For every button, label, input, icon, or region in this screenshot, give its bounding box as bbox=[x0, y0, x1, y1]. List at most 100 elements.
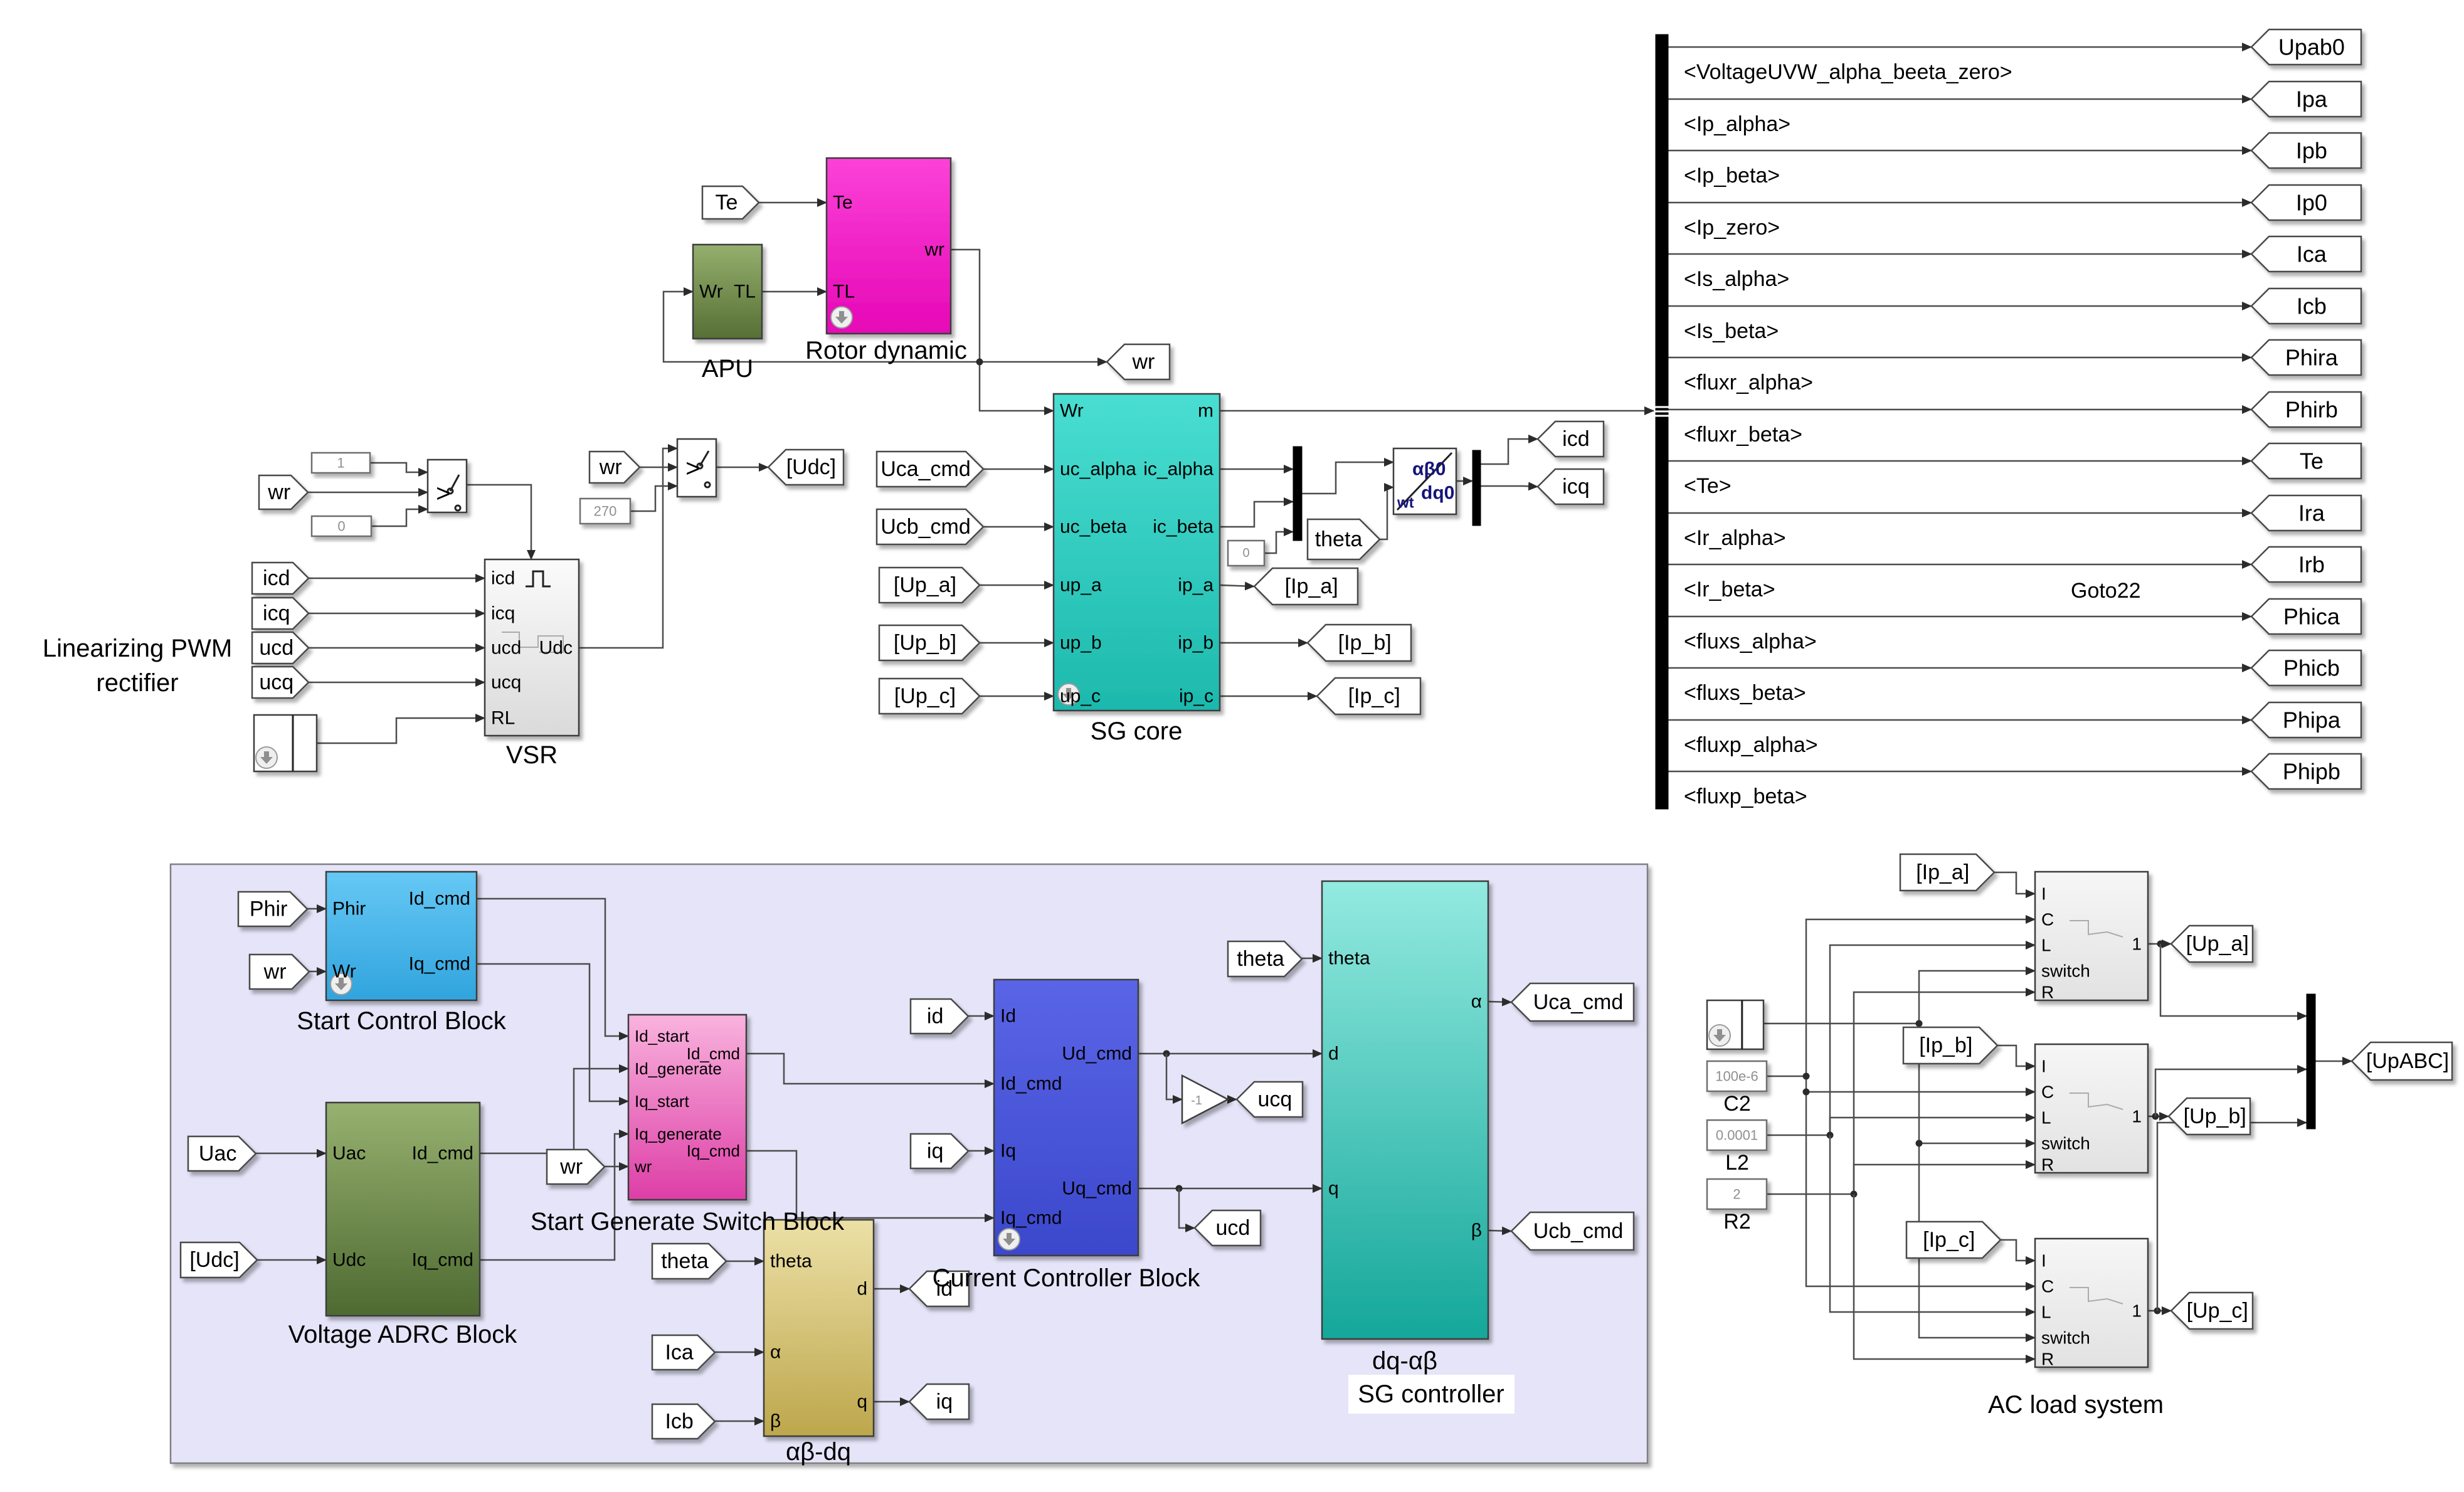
wr-sw1-from-tag-label: wr bbox=[267, 480, 290, 504]
ac-load-phase-c-output-port-label: 1 bbox=[2132, 1301, 2142, 1321]
ip-b-goto-tag-label: [Ip_b] bbox=[1338, 631, 1392, 655]
rotor-dynamic-output-port-label: wr bbox=[924, 240, 944, 260]
ac-load-phase-b-output-port-label: 1 bbox=[2132, 1107, 2142, 1126]
open-subsystem-arrow-icon[interactable] bbox=[831, 307, 852, 328]
l2-to-load-b bbox=[1830, 1118, 2035, 1135]
vsr-input-port-label: ucd bbox=[491, 638, 521, 659]
bus-1-goto-tag-label: Ipa bbox=[2296, 87, 2328, 112]
apu-caption: APU bbox=[702, 355, 753, 383]
up-a-from-tag-label: [Up_a] bbox=[894, 573, 956, 597]
ac-load-phase-b-input-port-label: I bbox=[2041, 1057, 2046, 1076]
wire-junction-dot bbox=[1916, 1020, 1923, 1027]
theta-top-from-tag-label: theta bbox=[1315, 527, 1363, 551]
zero-to-mux bbox=[1264, 532, 1293, 553]
alphabeta-dq-input-port-label: β bbox=[770, 1411, 781, 1432]
ucq-in-from-tag-label: ucq bbox=[259, 670, 293, 694]
udc-in-from-tag-label: [Udc] bbox=[189, 1248, 239, 1272]
voltage-adrc-block[interactable] bbox=[326, 1103, 480, 1316]
sg-core-input-port-label: up_c bbox=[1060, 686, 1101, 707]
start-control-input-port-label: Phir bbox=[332, 899, 366, 919]
bus-signal-name: <Ip_beta> bbox=[1684, 164, 1780, 188]
const1-to-switch1 bbox=[370, 463, 428, 472]
sg-core-input-port-label: up_b bbox=[1060, 633, 1102, 653]
wr-sw2-from-tag-label: wr bbox=[599, 455, 622, 479]
bus-14-goto-tag-label: Phipb bbox=[2283, 759, 2340, 785]
open-subsystem-arrow-icon[interactable] bbox=[998, 1229, 1020, 1250]
c2-to-load-a bbox=[1767, 919, 2035, 1076]
start-control-caption: Start Control Block bbox=[297, 1007, 506, 1035]
sg-core-output-port-label: m bbox=[1198, 401, 1213, 421]
ip-b-in-from-tag-label: [Ip_b] bbox=[1919, 1034, 1972, 1057]
rotor-wr-to-sgcore bbox=[951, 250, 1054, 411]
vsr-input-port-label: RL bbox=[491, 708, 515, 729]
bus-2-goto-tag-label: Ipb bbox=[2296, 138, 2327, 164]
upabc-goto-tag-label: [UpABC] bbox=[2366, 1049, 2449, 1073]
open-subsystem-arrow-icon[interactable] bbox=[1709, 1025, 1730, 1046]
ac-load-phase-a-input-port-label: R bbox=[2041, 983, 2054, 1002]
dq-demux[interactable] bbox=[1473, 450, 1481, 526]
uca-cmd-out-goto-tag-label: Uca_cmd bbox=[1533, 990, 1624, 1014]
bus-signal-name: <Is_beta> bbox=[1684, 319, 1779, 343]
const0-to-switch1 bbox=[371, 509, 428, 526]
wr-scb-from-tag-label: wr bbox=[263, 960, 287, 984]
transform-wt-label: wt bbox=[1397, 495, 1414, 512]
dq-alphabeta-input-port-label: theta bbox=[1328, 948, 1370, 969]
start-generate-switch-output-port-label: Id_cmd bbox=[687, 1044, 740, 1063]
wire-junction-dot bbox=[1803, 1089, 1810, 1096]
apu-output-port-label: TL bbox=[734, 282, 756, 302]
start-control-output-port-label: Iq_cmd bbox=[409, 954, 470, 975]
sg-core-block[interactable] bbox=[1054, 394, 1220, 711]
r2-caption: R2 bbox=[1723, 1210, 1750, 1234]
bus-selector-bar[interactable] bbox=[1656, 34, 1668, 809]
r2-to-load-b bbox=[1854, 1165, 2035, 1194]
zero-constant-value: 0 bbox=[337, 519, 345, 534]
transform-abz-label: αβ0 bbox=[1412, 459, 1446, 480]
ipc-to-load-c bbox=[2001, 1240, 2035, 1261]
dq-alphabeta-output-port-label: β bbox=[1471, 1220, 1482, 1241]
ica-from-tag-label: Ica bbox=[665, 1341, 693, 1365]
start-generate-switch-output-port-label: Iq_cmd bbox=[687, 1141, 740, 1160]
bus-signal-name: <Ip_alpha> bbox=[1684, 112, 1790, 136]
ac-load-phase-a-input-port-label: switch bbox=[2041, 961, 2090, 981]
voltage-adrc-output-port-label: Id_cmd bbox=[412, 1143, 473, 1164]
vsr-input-port-label: icq bbox=[491, 603, 515, 624]
start-generate-switch-input-port-label: wr bbox=[634, 1157, 652, 1176]
vsr-output-port-label: Udc bbox=[539, 638, 573, 659]
icd-in-from-tag-label: icd bbox=[263, 566, 290, 590]
rectifier-label-line2: rectifier bbox=[96, 669, 178, 697]
up-abc-mux[interactable] bbox=[2307, 994, 2315, 1129]
bus-0-goto-tag-label: Upab0 bbox=[2278, 34, 2345, 60]
source-to-vsr-rl bbox=[317, 718, 485, 743]
ic-signal-mux[interactable] bbox=[1293, 447, 1302, 541]
bus-3-goto-tag-label: Ip0 bbox=[2296, 190, 2327, 216]
ipa-to-goto bbox=[1220, 585, 1254, 586]
sg-controller-label: SG controller bbox=[1358, 1380, 1504, 1408]
te-from-tag-label: Te bbox=[716, 191, 738, 214]
ac-load-phase-b-block[interactable] bbox=[2035, 1044, 2148, 1173]
v270-constant-value: 270 bbox=[594, 504, 617, 519]
r2-constant-value: 2 bbox=[1733, 1187, 1740, 1202]
sg-core-input-port-label: uc_alpha bbox=[1060, 459, 1136, 480]
start-generate-switch-input-port-label: Iq_generate bbox=[635, 1124, 722, 1143]
dq-alphabeta-caption: dq-αβ bbox=[1372, 1347, 1437, 1375]
ip-c-goto-tag-label: [Ip_c] bbox=[1348, 684, 1400, 708]
sg-core-output-port-label: ic_beta bbox=[1153, 517, 1213, 537]
phir-from-tag-label: Phir bbox=[250, 897, 287, 921]
ac-load-phase-a-input-port-label: I bbox=[2041, 884, 2046, 904]
ac-load-phase-c-block[interactable] bbox=[2035, 1239, 2148, 1367]
beta-to-ucbcmd bbox=[1488, 1230, 1511, 1231]
bus-signal-name: <VoltageUVW_alpha_beeta_zero> bbox=[1684, 60, 2012, 84]
open-subsystem-arrow-icon[interactable] bbox=[256, 747, 277, 768]
ac-load-phase-a-block[interactable] bbox=[2035, 872, 2148, 1000]
load-c-to-mux bbox=[2157, 1123, 2307, 1311]
id-out-goto-tag-label: id bbox=[936, 1277, 953, 1301]
dq-alphabeta-input-port-label: d bbox=[1328, 1044, 1339, 1064]
bus-6-goto-tag-label: Phira bbox=[2285, 345, 2339, 371]
l2-constant-value: 0.0001 bbox=[1716, 1128, 1758, 1143]
ac-load-phase-a-input-port-label: C bbox=[2041, 910, 2054, 929]
simulink-model-canvas: WrTLAPUTeTLwrRotor dynamicWruc_alphauc_b… bbox=[0, 0, 2464, 1492]
rotor-dynamic-input-port-label: TL bbox=[833, 282, 855, 302]
up-b-from-tag-label: [Up_b] bbox=[894, 631, 956, 655]
ac-load-phase-c-input-port-label: I bbox=[2041, 1251, 2046, 1271]
bus-signal-name: <Ir_beta> bbox=[1684, 578, 1775, 601]
